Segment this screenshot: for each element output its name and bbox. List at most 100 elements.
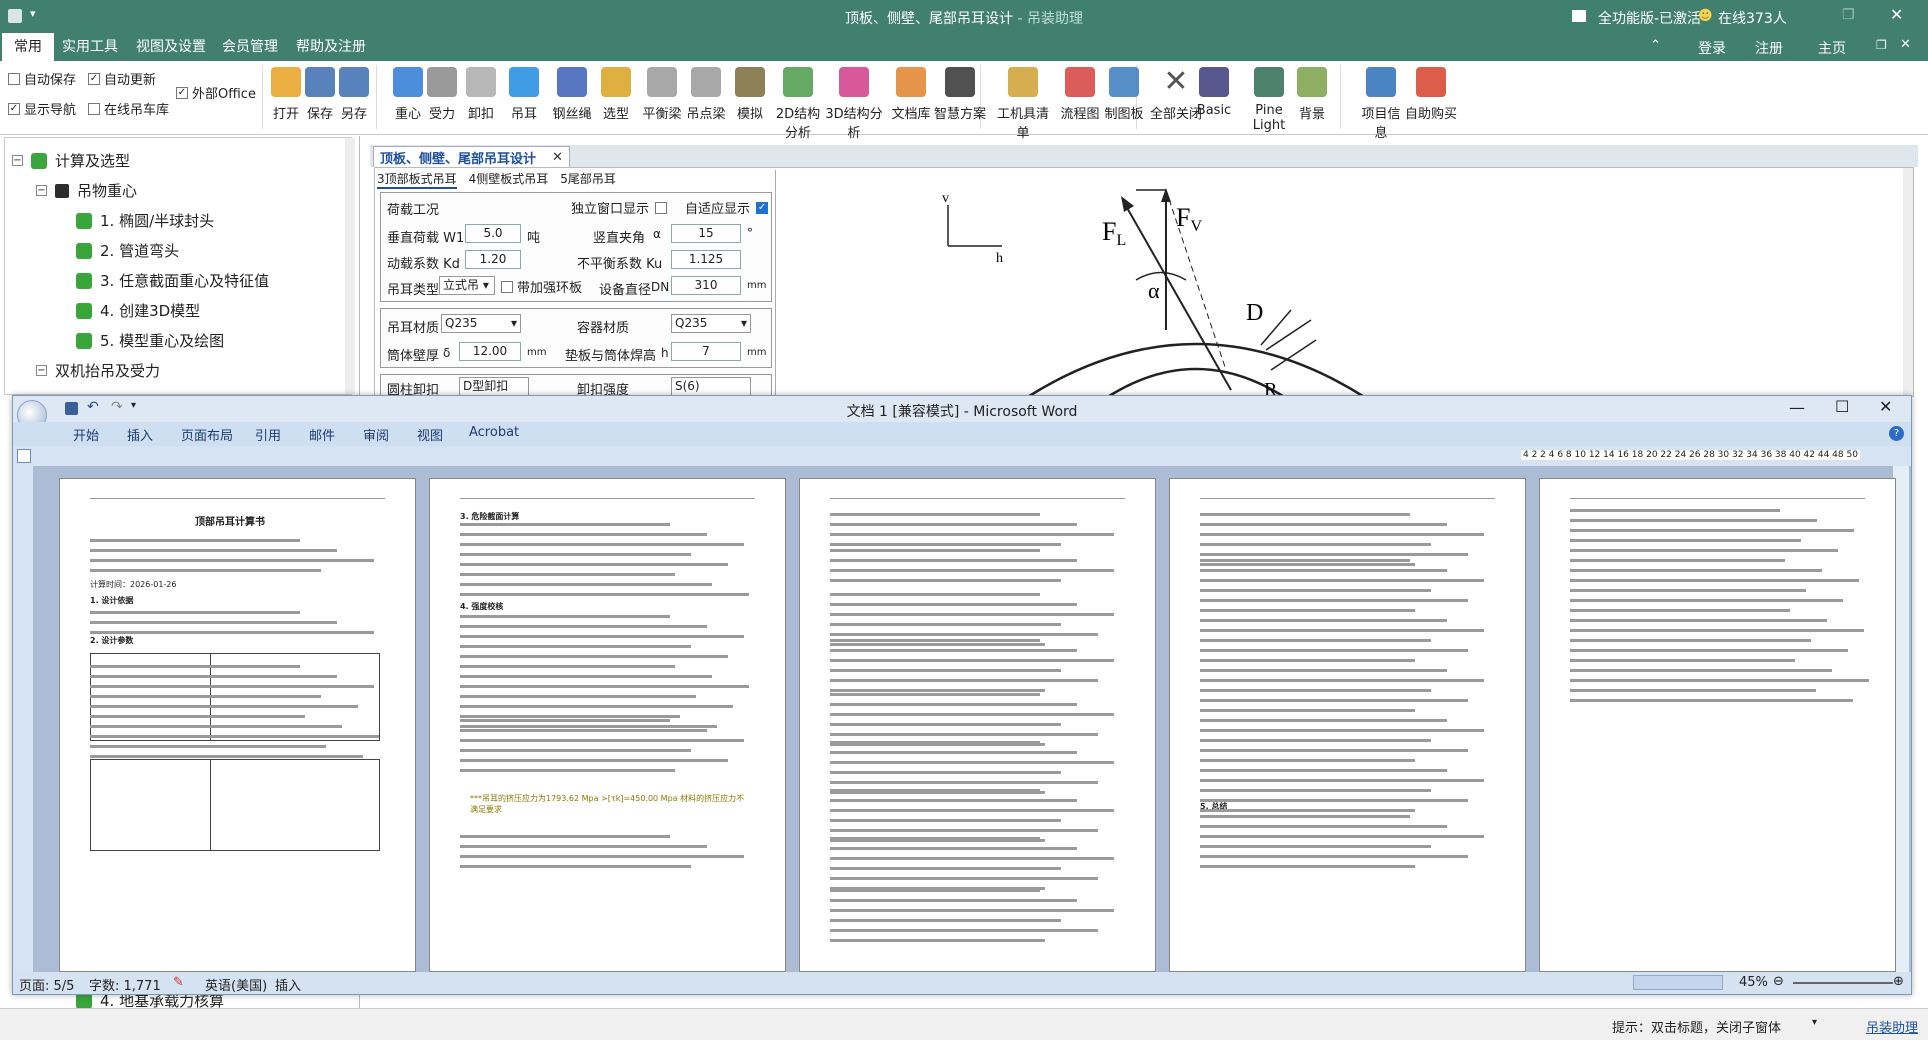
shell-thickness-input[interactable]: 12.00 xyxy=(459,342,521,361)
tool-list-button[interactable]: 工机具清单 xyxy=(992,65,1054,141)
doc-library-button[interactable]: 文档库 xyxy=(890,65,932,129)
mdi-restore-icon[interactable]: ❐ xyxy=(1876,38,1887,52)
zoom-out-icon[interactable]: ⊖ xyxy=(1773,974,1784,989)
doc-page-3[interactable] xyxy=(799,478,1156,972)
external-office-checkbox[interactable]: ✓ 外部Office xyxy=(176,83,256,102)
chart-2d-button[interactable]: 2D结构分析 xyxy=(772,65,824,141)
collapse-icon[interactable]: − xyxy=(12,155,23,166)
independent-window-checkbox[interactable]: 独立窗口显示 xyxy=(571,198,668,217)
zoom-slider[interactable] xyxy=(1793,982,1893,984)
doc-page-1[interactable]: 顶部吊耳计算书 计算时间：2026-01-26 1. 设计依据 2. 设计参数 xyxy=(59,478,416,972)
word-tab-layout[interactable]: 页面布局 xyxy=(181,425,233,444)
collapse-ribbon-icon[interactable]: ⌃ xyxy=(1650,38,1661,53)
background-button[interactable]: 背景 xyxy=(1292,65,1332,129)
tree-group-gravity[interactable]: − 吊物重心 xyxy=(36,180,137,201)
center-of-gravity-button[interactable]: 重心 xyxy=(390,65,426,129)
proofing-icon[interactable]: ✎ xyxy=(173,975,184,990)
maximize-button[interactable]: ☐ xyxy=(1835,397,1849,416)
menu-tab-tools[interactable]: 实用工具 xyxy=(50,33,130,61)
dynamic-factor-input[interactable]: 1.20 xyxy=(465,250,521,269)
shackle-strength-select[interactable]: S(6) xyxy=(671,377,751,396)
tree-item-elbow[interactable]: 2. 管道弯头 xyxy=(76,240,179,261)
crane-select-button[interactable]: 选型 xyxy=(596,65,636,129)
vessel-material-select[interactable]: Q235 ▾ xyxy=(671,314,751,333)
tree-item-ellipse[interactable]: 1. 椭圆/半球封头 xyxy=(76,210,214,231)
doc-tab-lug-design[interactable]: 顶板、侧壁、尾部吊耳设计 ✕ xyxy=(373,146,570,167)
flowchart-button[interactable]: 流程图 xyxy=(1060,65,1100,129)
auto-update-checkbox[interactable]: ✓ 自动更新 xyxy=(88,69,156,88)
zoom-in-icon[interactable]: ⊕ xyxy=(1893,974,1904,989)
help-icon[interactable]: ? xyxy=(1889,426,1904,441)
vertical-angle-input[interactable]: 15 xyxy=(671,224,741,243)
cart-button[interactable]: 自助购买 xyxy=(1402,65,1460,129)
vertical-load-input[interactable]: 5.0 xyxy=(465,224,521,243)
register-link[interactable]: 注册 xyxy=(1755,38,1783,58)
doc-page-5[interactable] xyxy=(1539,478,1896,972)
zoom-level[interactable]: 45% xyxy=(1739,975,1768,990)
drawing-board-button[interactable]: 制图板 xyxy=(1104,65,1144,129)
weld-height-input[interactable]: 7 xyxy=(671,342,741,361)
tree-scrollbar[interactable] xyxy=(345,138,355,394)
lug-type-select[interactable]: 立式吊 ▾ xyxy=(439,276,495,295)
minimize-button[interactable]: — xyxy=(1789,398,1805,417)
shackle-button[interactable]: 卸扣 xyxy=(460,65,502,129)
menu-tab-view[interactable]: 视图及设置 xyxy=(124,33,218,61)
tree-item-section[interactable]: 3. 任意截面重心及特征值 xyxy=(76,270,269,291)
right-scrollbar[interactable] xyxy=(1903,168,1913,396)
tree-item-model-gravity[interactable]: 5. 模型重心及绘图 xyxy=(76,330,224,351)
sub-tab-side-lug[interactable]: 4侧壁板式吊耳 xyxy=(469,170,549,189)
page-info[interactable]: 页面: 5/5 xyxy=(19,975,74,994)
collapse-icon[interactable]: − xyxy=(36,365,47,376)
simulate-button[interactable]: 模拟 xyxy=(730,65,770,129)
shackle-type-select[interactable]: D型卸扣 xyxy=(459,377,529,396)
word-tab-view[interactable]: 视图 xyxy=(417,425,443,444)
word-tab-acrobat[interactable]: Acrobat xyxy=(469,425,519,440)
auto-adapt-checkbox[interactable]: 自适应显示 ✓ xyxy=(685,198,769,217)
mdi-close-icon[interactable]: ✕ xyxy=(1900,37,1911,52)
wire-rope-button[interactable]: 钢丝绳 xyxy=(546,65,598,129)
smart-plan-button[interactable]: 智慧方案 xyxy=(934,65,986,129)
tree-root-calc[interactable]: − 计算及选型 xyxy=(12,150,130,171)
online-crane-lib-checkbox[interactable]: 在线吊车库 xyxy=(88,99,169,118)
theme-basic-button[interactable]: Basic xyxy=(1194,65,1234,129)
menu-tab-help[interactable]: 帮助及注册 xyxy=(284,33,378,61)
ring-plate-checkbox[interactable]: 带加强环板 xyxy=(501,277,582,296)
home-link[interactable]: 主页 xyxy=(1818,38,1846,58)
word-tab-review[interactable]: 审阅 xyxy=(363,425,389,444)
login-link[interactable]: 登录 xyxy=(1698,38,1726,58)
lug-button[interactable]: 吊耳 xyxy=(506,65,542,129)
insert-mode[interactable]: 插入 xyxy=(275,975,301,994)
doc-page-4[interactable]: 5. 总结 xyxy=(1169,478,1526,972)
theme-pine-button[interactable]: Pine Light xyxy=(1240,65,1298,133)
lifting-beam-button[interactable]: 吊点梁 xyxy=(684,65,728,129)
show-nav-checkbox[interactable]: ✓ 显示导航 xyxy=(8,99,76,118)
ruler-toggle[interactable] xyxy=(17,449,31,463)
equip-diameter-input[interactable]: 310 xyxy=(671,276,741,295)
status-link[interactable]: 吊装助理 xyxy=(1866,1017,1918,1036)
word-tab-home[interactable]: 开始 xyxy=(73,425,99,444)
close-button[interactable]: ✕ xyxy=(1890,5,1903,24)
unbalance-factor-input[interactable]: 1.125 xyxy=(671,250,741,269)
collapse-icon[interactable]: − xyxy=(36,185,47,196)
sub-tab-tail-lug[interactable]: 5尾部吊耳 xyxy=(560,170,616,189)
word-count[interactable]: 字数: 1,771 xyxy=(89,975,161,994)
language[interactable]: 英语(美国) xyxy=(205,975,267,994)
tree-group-dual-crane[interactable]: − 双机抬吊及受力 xyxy=(36,360,160,381)
view-mode-buttons[interactable] xyxy=(1633,975,1723,990)
save-button[interactable]: 保存 xyxy=(302,65,338,129)
sub-tab-top-lug[interactable]: 3顶部板式吊耳 xyxy=(377,170,457,189)
lug-material-select[interactable]: Q235 ▾ xyxy=(441,314,521,333)
menu-tab-member[interactable]: 会员管理 xyxy=(210,33,290,61)
status-dropdown-icon[interactable]: ▾ xyxy=(1812,1017,1817,1028)
tab-close-icon[interactable]: ✕ xyxy=(552,150,563,165)
info-button[interactable]: 项目信息 xyxy=(1356,65,1406,141)
menu-tab-common[interactable]: 常用 xyxy=(2,33,54,61)
save-as-button[interactable]: 另存 xyxy=(336,65,372,129)
restore-button[interactable]: ❐ xyxy=(1842,7,1855,23)
balance-beam-button[interactable]: 平衡梁 xyxy=(640,65,684,129)
auto-save-checkbox[interactable]: 自动保存 xyxy=(8,69,76,88)
word-tab-mailings[interactable]: 邮件 xyxy=(309,425,335,444)
word-tab-references[interactable]: 引用 xyxy=(255,425,281,444)
word-tab-insert[interactable]: 插入 xyxy=(127,425,153,444)
force-button[interactable]: 受力 xyxy=(424,65,460,129)
